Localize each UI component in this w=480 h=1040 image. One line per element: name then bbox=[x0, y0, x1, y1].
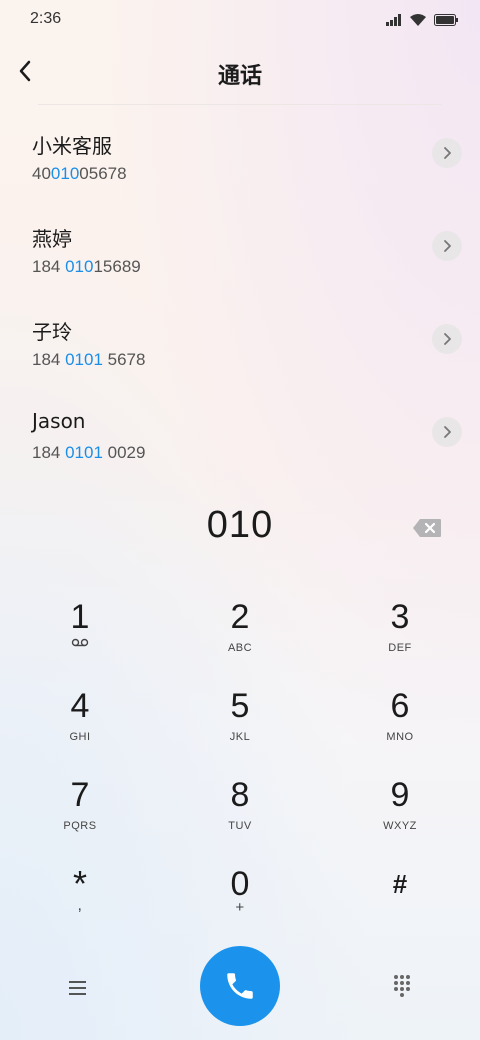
key-digit: 6 bbox=[390, 687, 410, 725]
contact-number: 4001005678 bbox=[32, 164, 127, 183]
key-7[interactable]: 7 PQRS bbox=[20, 776, 140, 856]
call-button[interactable] bbox=[200, 946, 280, 1026]
status-time: 2:36 bbox=[30, 10, 62, 27]
key-letters: GHI bbox=[69, 731, 91, 743]
contact-number: 184 0101 5678 bbox=[32, 350, 146, 369]
voicemail-icon bbox=[71, 638, 89, 647]
key-4[interactable]: 4 GHI bbox=[20, 687, 140, 767]
contact-item[interactable]: 子玲 184 0101 5678 bbox=[0, 316, 480, 406]
contact-detail-button[interactable] bbox=[432, 138, 462, 168]
contact-detail-button[interactable] bbox=[432, 231, 462, 261]
contact-name: 子玲 bbox=[32, 320, 72, 344]
key-hash[interactable]: # bbox=[340, 865, 460, 945]
chevron-right-icon bbox=[444, 426, 451, 438]
divider bbox=[38, 104, 442, 105]
key-letters: PQRS bbox=[63, 820, 97, 832]
key-digit: 3 bbox=[390, 598, 410, 636]
key-8[interactable]: 8 TUV bbox=[180, 776, 300, 856]
chevron-right-icon bbox=[444, 240, 451, 252]
key-digit: 7 bbox=[70, 776, 90, 814]
status-icons bbox=[386, 14, 458, 26]
key-6[interactable]: 6 MNO bbox=[340, 687, 460, 767]
contact-number: 184 0101 0029 bbox=[32, 443, 146, 462]
page-title: 通话 bbox=[217, 64, 262, 89]
contact-name: Jason bbox=[32, 409, 86, 433]
key-digit: 1 bbox=[70, 598, 90, 636]
status-bar: 2:36 bbox=[0, 0, 480, 42]
contact-item[interactable]: 燕婷 184 01015689 bbox=[0, 223, 480, 313]
key-3[interactable]: 3 DEF bbox=[340, 598, 460, 678]
key-digit: 8 bbox=[230, 776, 250, 814]
contact-name: 燕婷 bbox=[32, 227, 72, 251]
dialpad-toggle-button[interactable] bbox=[388, 972, 416, 1000]
key-letters: MNO bbox=[386, 731, 414, 743]
key-5[interactable]: 5 JKL bbox=[180, 687, 300, 767]
key-9[interactable]: 9 WXYZ bbox=[340, 776, 460, 856]
contact-item[interactable]: Jason 184 0101 0029 bbox=[0, 409, 480, 499]
key-letters: ABC bbox=[227, 642, 253, 654]
contact-name: 小米客服 bbox=[32, 134, 112, 158]
header: 通话 bbox=[0, 42, 480, 102]
key-digit: 9 bbox=[390, 776, 410, 814]
key-0[interactable]: 0 + bbox=[180, 865, 300, 945]
dialed-number: 010 bbox=[206, 504, 274, 546]
key-digit: 4 bbox=[70, 687, 90, 725]
key-letters: + bbox=[235, 899, 245, 916]
chevron-right-icon bbox=[444, 333, 451, 345]
key-digit: 5 bbox=[230, 687, 250, 725]
key-letters: DEF bbox=[388, 642, 412, 654]
key-letters: JKL bbox=[229, 731, 251, 743]
battery-icon bbox=[434, 14, 458, 26]
backspace-button[interactable] bbox=[412, 518, 442, 538]
backspace-icon bbox=[413, 519, 441, 537]
key-letters: , bbox=[77, 897, 83, 914]
bottom-bar bbox=[0, 946, 480, 1026]
contact-detail-button[interactable] bbox=[432, 324, 462, 354]
phone-icon bbox=[227, 973, 253, 999]
contact-item[interactable]: 小米客服 4001005678 bbox=[0, 130, 480, 220]
menu-icon bbox=[69, 981, 86, 995]
dialpad-icon bbox=[394, 975, 410, 997]
contact-detail-button[interactable] bbox=[432, 417, 462, 447]
contact-number: 184 01015689 bbox=[32, 257, 141, 276]
key-1[interactable]: 1 bbox=[20, 598, 140, 678]
menu-button[interactable] bbox=[64, 976, 92, 1000]
wifi-icon bbox=[410, 14, 426, 26]
key-2[interactable]: 2 ABC bbox=[180, 598, 300, 678]
key-digit: 2 bbox=[230, 598, 250, 636]
key-digit: # bbox=[392, 869, 408, 899]
chevron-right-icon bbox=[444, 147, 451, 159]
key-letters: WXYZ bbox=[383, 820, 417, 832]
signal-icon bbox=[386, 14, 401, 26]
key-letters: TUV bbox=[228, 820, 252, 832]
key-star[interactable]: * , bbox=[20, 863, 140, 945]
